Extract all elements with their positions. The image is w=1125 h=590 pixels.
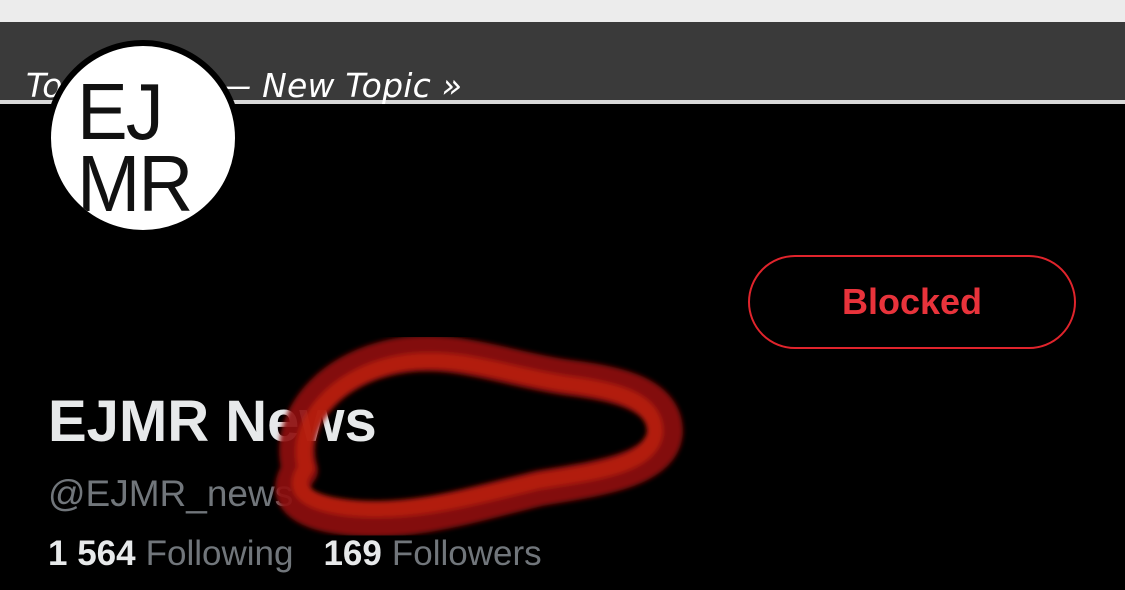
browser-top-strip <box>0 0 1125 22</box>
following-stat[interactable]: 1 564 Following <box>48 534 293 574</box>
following-count: 1 564 <box>48 534 136 573</box>
profile-handle: @EJMR_news <box>48 473 294 514</box>
profile-stats: 1 564 Following 169 Followers <box>48 534 542 574</box>
followers-label: Followers <box>391 534 542 573</box>
blocked-button[interactable]: Blocked <box>748 255 1076 349</box>
avatar-logo: EJ MR <box>77 67 193 228</box>
profile-avatar[interactable]: EJ MR <box>45 40 241 236</box>
followers-count: 169 <box>323 534 382 573</box>
following-label: Following <box>145 534 294 573</box>
avatar-logo-line-1: EJ <box>77 67 164 156</box>
followers-stat[interactable]: 169 Followers <box>323 534 541 574</box>
avatar-logo-line-2: MR <box>77 139 193 228</box>
profile-display-name: EJMR News <box>48 389 377 454</box>
